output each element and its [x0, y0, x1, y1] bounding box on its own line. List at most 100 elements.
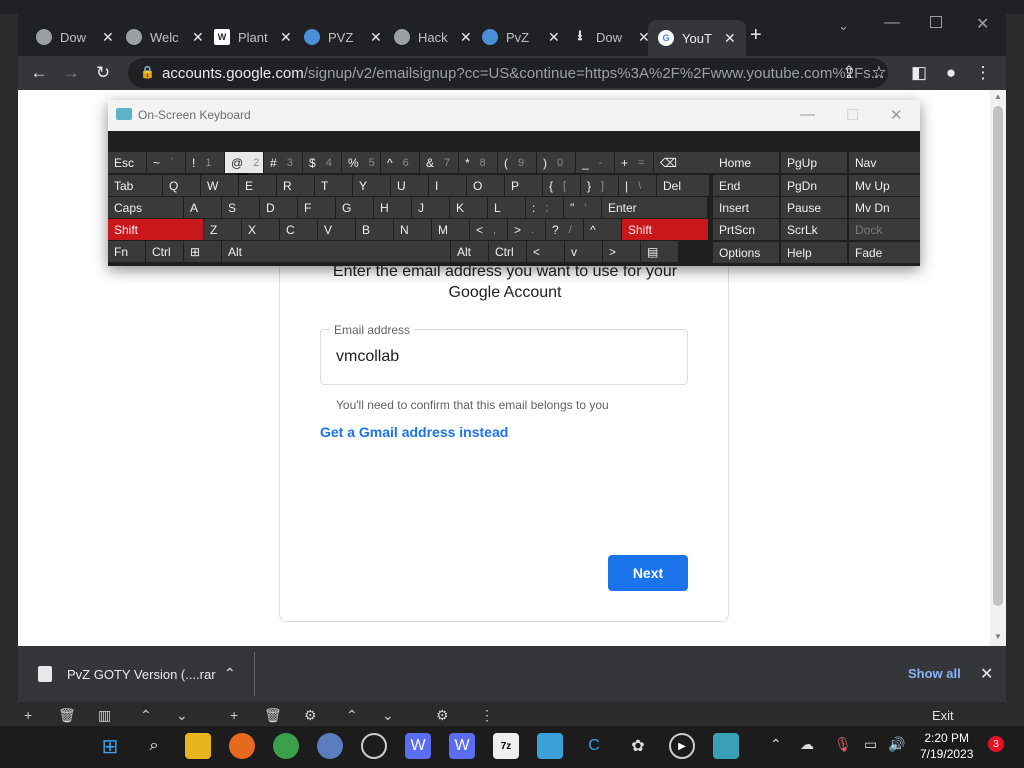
osk-key[interactable]: C — [280, 219, 317, 240]
osk-key[interactable]: ^ — [584, 219, 621, 240]
tab[interactable]: PVZ ✕ — [304, 24, 382, 50]
osk-key[interactable]: Ctrl — [489, 241, 526, 262]
osk-key[interactable]: Q — [163, 175, 200, 196]
osk-key[interactable]: Mv Dn — [849, 197, 920, 218]
microphone-icon[interactable]: 🎙 — [834, 736, 852, 753]
osk-key[interactable]: E — [239, 175, 276, 196]
scroll-down-icon[interactable]: ▼ — [994, 632, 1002, 641]
osk-key[interactable]: Del — [657, 175, 709, 196]
tab-active[interactable]: G YouT ✕ — [648, 20, 746, 56]
back-icon[interactable]: ← — [26, 60, 52, 86]
chevron-up-icon[interactable]: ⌃ — [224, 665, 236, 682]
trash-icon[interactable]: 🗑 — [58, 707, 76, 724]
gear-icon[interactable]: ⚙ — [304, 707, 317, 724]
next-button[interactable]: Next — [608, 555, 688, 591]
plus-icon[interactable]: + — [230, 707, 238, 723]
osk-key[interactable]: Help — [781, 242, 847, 263]
gears-icon[interactable]: ⚙ — [436, 707, 449, 724]
osk-key[interactable]: W — [201, 175, 238, 196]
app-w2-icon[interactable]: W — [449, 733, 475, 759]
osk-key[interactable]: L — [488, 197, 525, 218]
osk-key[interactable]: Alt — [222, 241, 450, 262]
osk-key[interactable]: G — [336, 197, 373, 218]
file-explorer-icon[interactable] — [185, 733, 211, 759]
osk-key[interactable]: Tab — [108, 175, 162, 196]
menu-icon[interactable]: ⋮ — [970, 60, 996, 86]
maximize-icon[interactable]: ☐ — [846, 106, 859, 124]
close-icon[interactable]: ✕ — [370, 29, 382, 46]
obs-icon[interactable] — [361, 733, 387, 759]
close-icon[interactable]: ✕ — [548, 29, 560, 46]
osk-key[interactable]: v — [565, 241, 602, 262]
osk-key[interactable]: Options — [713, 242, 779, 263]
chevron-up-icon[interactable]: ⌃ — [140, 707, 152, 724]
firefox-icon[interactable] — [229, 733, 255, 759]
osk-key[interactable]: PgUp — [781, 152, 847, 173]
osk-key[interactable]: End — [713, 175, 779, 196]
osk-key[interactable]: Shift — [108, 219, 203, 240]
osk-title-bar[interactable]: On-Screen Keyboard — ☐ ✕ — [108, 100, 920, 131]
osk-key[interactable]: ^ 6 — [381, 152, 419, 173]
settings-app-icon[interactable] — [317, 733, 343, 759]
forward-icon[interactable]: → — [58, 60, 84, 86]
minimize-icon[interactable]: — — [884, 14, 900, 32]
chrome-icon[interactable] — [273, 733, 299, 759]
chevron-up-icon[interactable]: ⌃ — [346, 707, 358, 724]
osk-key[interactable]: PrtScn — [713, 219, 779, 240]
tab[interactable]: PvZ ✕ — [482, 24, 560, 50]
side-panel-icon[interactable]: ◧ — [906, 60, 932, 86]
clock[interactable]: 2:20 PM 7/19/2023 — [920, 730, 973, 762]
osk-key[interactable]: Fade — [849, 242, 920, 263]
osk-key[interactable]: ! 1 — [186, 152, 224, 173]
game-icon[interactable]: ✿ — [625, 733, 651, 759]
close-icon[interactable]: ✕ — [192, 29, 204, 46]
gmail-address-link[interactable]: Get a Gmail address instead — [320, 424, 508, 440]
osk-key[interactable]: % 5 — [342, 152, 380, 173]
chevron-down-icon[interactable]: ⌄ — [176, 707, 188, 724]
reload-icon[interactable]: ↻ — [90, 60, 116, 86]
osk-key[interactable]: O — [467, 175, 504, 196]
osk-key[interactable]: Z — [204, 219, 241, 240]
close-icon[interactable]: ✕ — [102, 29, 114, 46]
minimize-icon[interactable]: — — [800, 106, 815, 123]
osk-key[interactable]: PgDn — [781, 175, 847, 196]
osk-key[interactable]: N — [394, 219, 431, 240]
on-screen-keyboard-icon[interactable] — [713, 733, 739, 759]
backspace-key[interactable]: ⌫ — [654, 152, 720, 173]
osk-key[interactable]: Enter — [602, 197, 707, 218]
osk-key[interactable]: ▤ — [641, 241, 678, 262]
scrollbar-thumb[interactable] — [993, 106, 1003, 606]
osk-key[interactable]: >. — [508, 219, 545, 240]
osk-key[interactable]: R — [277, 175, 314, 196]
trash-icon[interactable]: 🗑 — [264, 707, 282, 724]
app-c-icon[interactable]: C — [581, 733, 607, 759]
tab[interactable]: W Plant ✕ — [214, 24, 292, 50]
osk-key[interactable]: M — [432, 219, 469, 240]
window-close-icon[interactable]: ✕ — [976, 14, 989, 34]
osk-key[interactable]: Mv Up — [849, 175, 920, 196]
osk-key[interactable]: F — [298, 197, 335, 218]
osk-key[interactable]: {[ — [543, 175, 580, 196]
chevron-down-icon[interactable]: ⌄ — [382, 707, 394, 724]
osk-key[interactable]: :; — [526, 197, 563, 218]
osk-key[interactable]: P — [505, 175, 542, 196]
app-w-icon[interactable]: W — [405, 733, 431, 759]
osk-key[interactable]: A — [184, 197, 221, 218]
osk-key[interactable]: Esc — [108, 152, 146, 173]
osk-key[interactable]: ScrLk — [781, 219, 847, 240]
media-player-icon[interactable]: ▶ — [669, 733, 695, 759]
osk-key[interactable]: }] — [581, 175, 618, 196]
close-icon[interactable]: ✕ — [280, 29, 292, 46]
osk-key[interactable]: & 7 — [420, 152, 458, 173]
osk-key[interactable]: K — [450, 197, 487, 218]
osk-key[interactable]: S — [222, 197, 259, 218]
osk-key[interactable]: X — [242, 219, 279, 240]
windows-start-icon[interactable]: ⊞ — [97, 733, 123, 759]
osk-key[interactable]: ~ ` — [147, 152, 185, 173]
address-bar[interactable]: 🔒 accounts.google.com/signup/v2/emailsig… — [128, 58, 888, 88]
osk-key[interactable]: Alt — [451, 241, 488, 262]
osk-key[interactable]: B — [356, 219, 393, 240]
osk-key[interactable]: J — [412, 197, 449, 218]
chevron-up-icon[interactable]: ⌃ — [770, 736, 782, 753]
osk-key[interactable]: _ - — [576, 152, 614, 173]
